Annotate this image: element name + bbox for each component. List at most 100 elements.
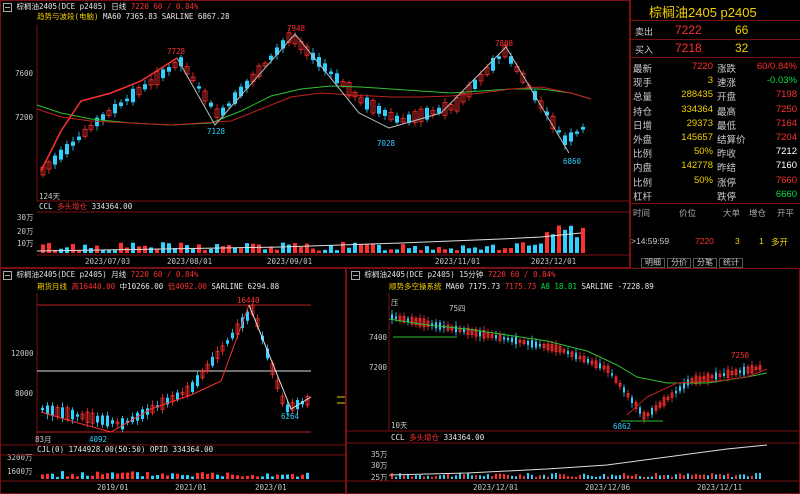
monthly-chart-panel[interactable]: 棕榈油2405(DCE p2405) 月线 7220 60 / 0.84% 期货…	[0, 268, 346, 494]
min15-peak-7250: 7250	[731, 351, 750, 360]
th-size: 大单	[723, 208, 741, 218]
quote-value: 29373	[686, 117, 713, 129]
bid-price: 7218	[675, 41, 702, 55]
quote-value: 6660	[775, 188, 797, 200]
quote-label: 跌停	[717, 191, 737, 203]
daily-peak-7948: 7948	[287, 24, 306, 33]
quote-label: 昨结	[717, 163, 737, 175]
quote-row: 内盘 142778 昨结 7160	[631, 160, 800, 175]
monthly-vol-value: 1744928.00(50:50)	[68, 445, 146, 454]
daily-low-7028: 7028	[377, 139, 396, 148]
quote-label: 持仓	[633, 106, 653, 118]
min15-xtick-1: 2023/12/06	[585, 483, 631, 492]
min15-mark-press: 压	[391, 298, 399, 307]
monthly-peak-16440: 16440	[237, 296, 260, 305]
min15-vol-indicator: 多头增仓	[409, 433, 440, 442]
daily-xtick-2: 2023/09/01	[267, 257, 313, 266]
quote-label: 总量	[633, 92, 653, 104]
tab-tick[interactable]: 分笔	[693, 258, 717, 268]
daily-xtick-1: 2023/08/01	[167, 257, 213, 266]
daily-peak-7808: 7808	[495, 39, 514, 48]
trade-qty: 3	[735, 236, 740, 246]
min15-xtick-0: 2023/12/01	[473, 483, 519, 492]
min15-chart-panel[interactable]: 棕榈油2405(DCE p2405) 15分钟 7220 60 / 0.84% …	[346, 268, 800, 494]
quote-label: 昨收	[717, 149, 737, 161]
daily-peak-7728: 7728	[167, 47, 186, 56]
th-oi: 增仓	[749, 208, 767, 218]
quote-label: 内盘	[633, 163, 653, 175]
bid-row[interactable]: 买入 7218 32	[631, 41, 800, 57]
trade-header: 时间 价位 大单 增仓 开平	[631, 207, 800, 220]
quote-label: 比例	[633, 177, 653, 189]
daily-low-7128: 7128	[207, 127, 226, 136]
ask-row[interactable]: 卖出 7222 66	[631, 23, 800, 39]
monthly-vol-header: CJL(0) 1744928.00(50:50) OPID 334364.00	[37, 445, 213, 455]
trade-row[interactable]: >14:59:59 7220 3 1 多开	[631, 236, 800, 249]
monthly-xtick-1: 2021/01	[175, 483, 207, 492]
th-type: 开平	[777, 208, 795, 218]
quote-row: 比例 50% 昨收 7212	[631, 146, 800, 161]
quote-label: 结算价	[717, 135, 746, 146]
quote-value: 7250	[775, 103, 797, 115]
min15-oi-line	[388, 444, 768, 476]
tab-detail[interactable]: 明细	[641, 258, 665, 268]
quote-title: 棕榈油2405 p2405	[649, 5, 757, 20]
monthly-low-4092: 4092	[89, 435, 108, 444]
trade-time: >14:59:59	[631, 236, 670, 246]
daily-xtick-3: 2023/11/01	[435, 257, 481, 266]
quote-value: 50%	[693, 146, 713, 158]
quote-label: 速涨	[717, 78, 737, 90]
tab-price[interactable]: 分价	[667, 258, 691, 268]
quote-label: 涨跌	[717, 64, 737, 75]
quote-panel: 棕榈油2405 p2405 卖出 7222 66 买入 7218 32 最新 72…	[630, 0, 800, 268]
quote-row: 比例 50% 涨停 7660	[631, 174, 800, 189]
min15-vol-name[interactable]: CCL	[391, 433, 405, 442]
min15-vol-value: 334364.00	[443, 433, 485, 442]
quote-label: 最新	[633, 64, 653, 75]
ask-qty: 66	[735, 23, 749, 37]
quote-value: 334364	[681, 103, 713, 115]
ask-price: 7222	[675, 23, 702, 37]
min15-ma-line	[388, 318, 768, 384]
quote-value: 7220	[691, 61, 713, 72]
daily-chart-canvas	[36, 25, 629, 256]
quote-label: 日增	[633, 120, 653, 132]
quote-row: 最新 7220 涨跌 60/0.84%	[631, 61, 800, 75]
monthly-opid: OPID 334364.00	[149, 445, 214, 454]
monthly-low-6264: 6264	[281, 412, 300, 421]
daily-low-6860: 6860	[563, 157, 582, 166]
min15-chart-canvas	[347, 293, 799, 482]
monthly-xtick-2: 2023/01	[255, 483, 287, 492]
tab-stats[interactable]: 统计	[719, 258, 743, 268]
trade-price: 7220	[695, 236, 714, 246]
quote-label: 比例	[633, 149, 653, 161]
ask-label: 卖出	[635, 27, 654, 37]
monthly-volume-bars	[41, 471, 309, 479]
quote-row: 外盘 145657 结算价 7204	[631, 132, 800, 146]
min15-low-6862: 6862	[613, 422, 632, 431]
daily-xtick-4: 2023/12/01	[531, 257, 577, 266]
daily-vol-name[interactable]: CCL	[39, 202, 53, 211]
quote-value: 7198	[775, 89, 797, 101]
monthly-vol-name[interactable]: CJL(0)	[37, 445, 64, 454]
trade-oi: 1	[759, 236, 764, 246]
quote-row: 杠杆 跌停 6660	[631, 188, 800, 203]
quote-value: 7160	[775, 160, 797, 172]
quote-value: 7204	[775, 132, 797, 143]
quote-value: 50%	[693, 174, 713, 186]
quote-label: 外盘	[633, 135, 653, 146]
quote-value: 7212	[775, 146, 797, 158]
min15-mark-75: 75四	[449, 304, 466, 313]
quote-row: 日增 29373 最低 7164	[631, 117, 800, 132]
daily-xtick-0: 2023/07/03	[85, 257, 131, 266]
th-price: 价位	[679, 208, 697, 218]
quote-row: 持仓 334364 最高 7250	[631, 103, 800, 118]
quote-value: -0.03%	[766, 75, 797, 87]
daily-vol-value: 334364.00	[91, 202, 133, 211]
quote-value: 7164	[775, 117, 797, 129]
quote-row: 总量 288435 开盘 7198	[631, 89, 800, 104]
th-time: 时间	[633, 208, 651, 218]
monthly-xtick-0: 2019/01	[97, 483, 129, 492]
monthly-bars-label: 83月	[35, 435, 52, 444]
daily-chart-panel[interactable]: 棕榈油2405(DCE p2405) 日线 7220 60 / 0.84% 趋势…	[0, 0, 630, 268]
